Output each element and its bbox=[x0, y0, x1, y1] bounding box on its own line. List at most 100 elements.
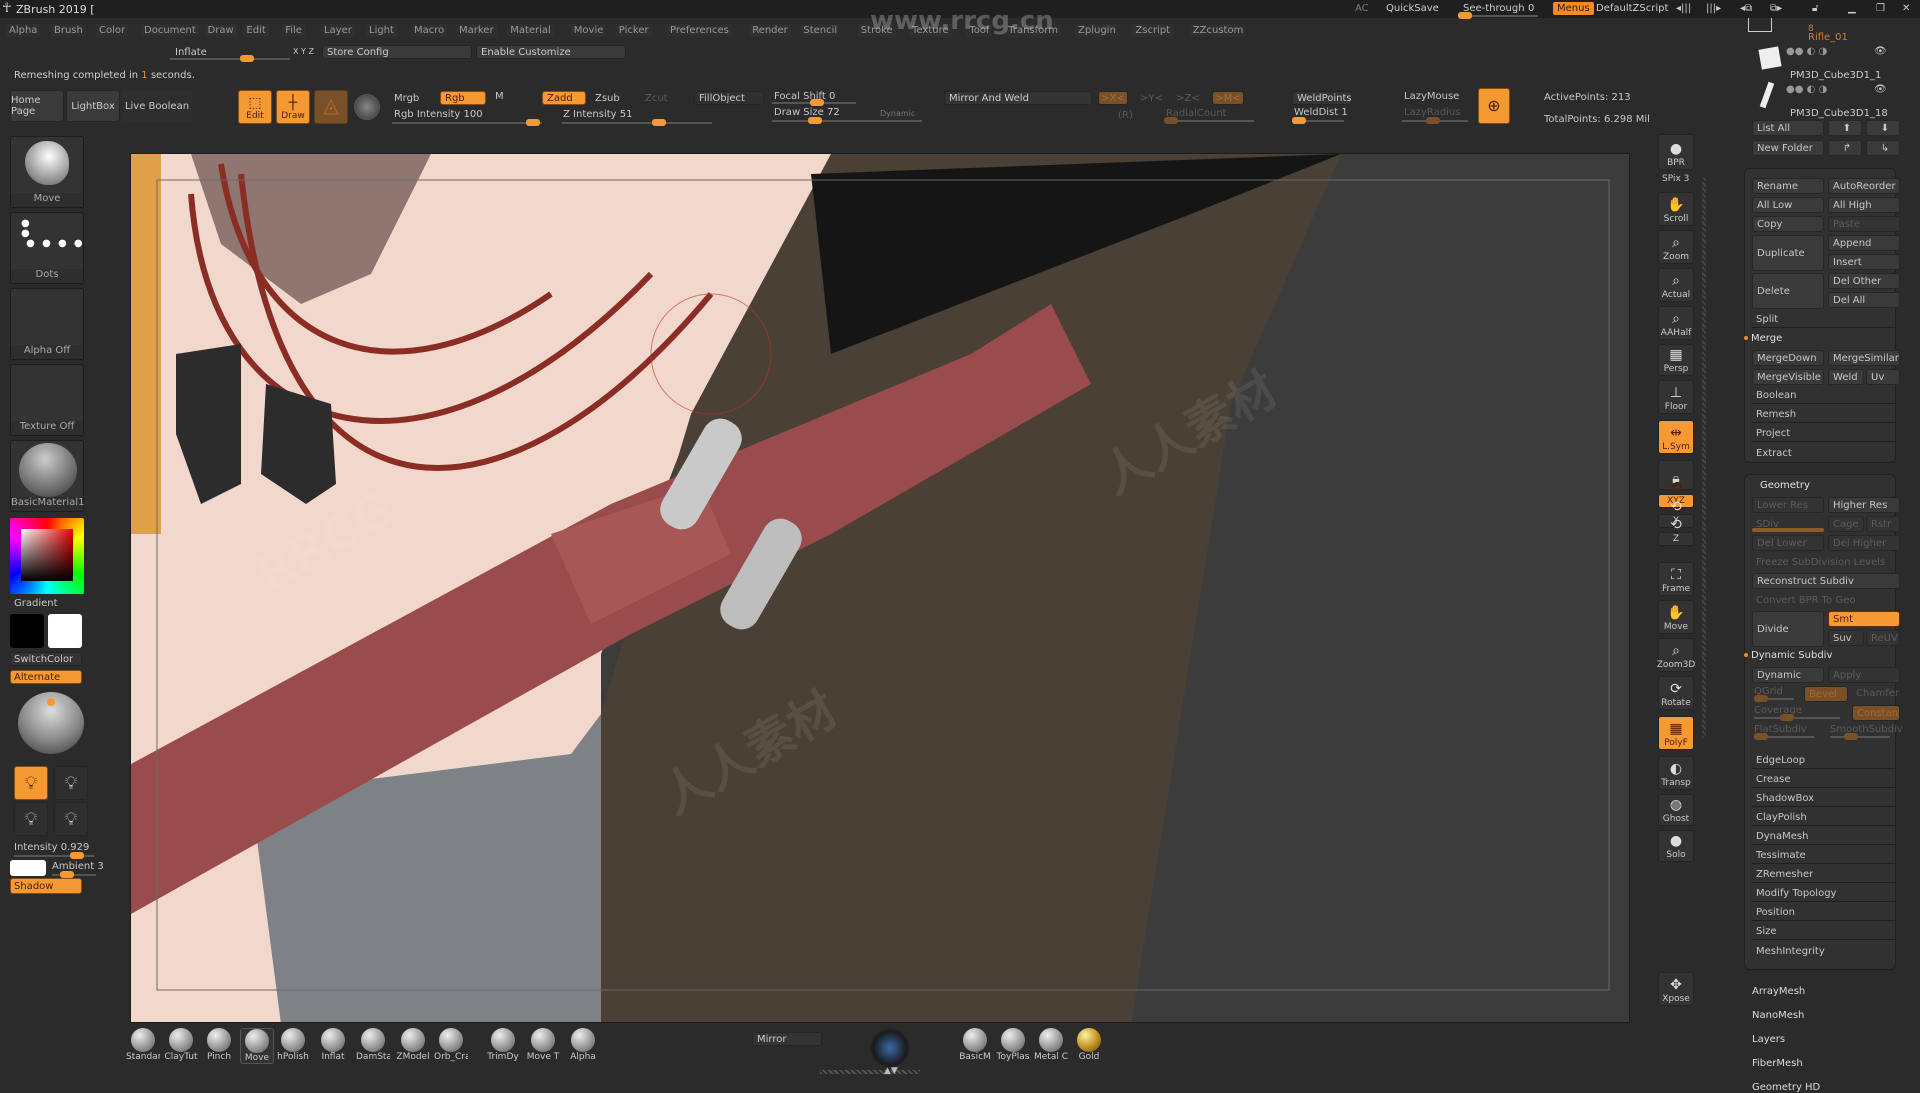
subtool-name-0[interactable]: Rifle_01 bbox=[1808, 32, 1848, 43]
menu-edit[interactable]: Edit bbox=[243, 24, 269, 37]
smoothsubdiv-label[interactable]: SmoothSubdiv bbox=[1830, 724, 1903, 735]
del-other-button[interactable]: Del Other bbox=[1828, 273, 1900, 289]
canvas-viewport[interactable]: RRCG 人人素材 人人素材 bbox=[130, 153, 1630, 1023]
shelf-persp-button[interactable]: ▦ Persp bbox=[1658, 344, 1694, 376]
brush-claytut[interactable]: ClayTut bbox=[164, 1028, 198, 1062]
del-lower-button[interactable]: Del Lower bbox=[1752, 535, 1824, 551]
enable-customize-button[interactable]: Enable Customize bbox=[476, 45, 626, 59]
new-folder-button[interactable]: New Folder bbox=[1752, 140, 1824, 156]
shelf-z-button[interactable]: ⟲ Z bbox=[1658, 517, 1694, 546]
slider-knob[interactable] bbox=[1164, 117, 1178, 124]
menu-tool[interactable]: Tool bbox=[966, 24, 992, 37]
edit-mode-button[interactable]: ⬚ Edit bbox=[238, 90, 272, 124]
inflate-slider[interactable] bbox=[170, 55, 290, 62]
rgb-intensity-slider[interactable] bbox=[392, 119, 542, 126]
brush-zmodel[interactable]: ZModel bbox=[396, 1028, 430, 1062]
dynamic-subdiv-section[interactable]: Dynamic Subdiv bbox=[1744, 650, 1832, 661]
shelf-transp-button[interactable]: ◐ Transp bbox=[1658, 756, 1694, 790]
lazyradius-slider[interactable] bbox=[1402, 117, 1468, 124]
divide-button[interactable]: Divide bbox=[1752, 611, 1824, 647]
subtool-name-2[interactable]: PM3D_Cube3D1_18 bbox=[1790, 108, 1888, 119]
zadd-toggle[interactable]: Zadd bbox=[542, 91, 586, 105]
menu-stroke[interactable]: Stroke bbox=[857, 24, 896, 37]
focal-shift-slider[interactable] bbox=[772, 99, 856, 106]
lazymouse-toggle[interactable]: LazyMouse bbox=[1404, 91, 1459, 102]
shelf-actual-button[interactable]: ⌕ Actual bbox=[1658, 268, 1694, 302]
geometry-claypolish-section[interactable]: ClayPolish bbox=[1752, 810, 1896, 826]
delete-button[interactable]: Delete bbox=[1752, 273, 1824, 309]
quicksave-button[interactable]: QuickSave bbox=[1386, 3, 1439, 14]
brush-damsta[interactable]: DamSta bbox=[356, 1028, 390, 1062]
shelf-xpose-button[interactable]: ✥ Xpose bbox=[1658, 972, 1694, 1006]
reuv-toggle[interactable]: ReUV bbox=[1866, 630, 1900, 646]
bottom-scrollbar[interactable] bbox=[820, 1070, 920, 1074]
rename-button[interactable]: Rename bbox=[1752, 178, 1824, 194]
geometry-crease-section[interactable]: Crease bbox=[1752, 772, 1896, 788]
draw-size-label[interactable]: Draw Size 72 bbox=[774, 107, 840, 118]
secondary-color-swatch[interactable] bbox=[10, 614, 44, 648]
shelf-rotate-button[interactable]: ⟳ Rotate bbox=[1658, 676, 1694, 710]
merge-section[interactable]: Merge bbox=[1744, 333, 1782, 344]
fillobject-button[interactable]: FillObject bbox=[694, 91, 764, 105]
bevel-toggle[interactable]: Bevel bbox=[1804, 686, 1848, 702]
geometry-title[interactable]: Geometry bbox=[1760, 480, 1810, 491]
mirror-x-toggle[interactable]: >X< bbox=[1098, 91, 1128, 105]
smt-toggle[interactable]: Smt bbox=[1828, 611, 1900, 627]
project-section[interactable]: Project bbox=[1752, 426, 1896, 442]
slider-knob[interactable] bbox=[652, 119, 666, 126]
move-up-button[interactable]: ⬆ bbox=[1828, 120, 1862, 136]
geometry-edgeloop-section[interactable]: EdgeLoop bbox=[1752, 753, 1896, 769]
slider-knob[interactable] bbox=[1754, 733, 1768, 740]
ambient-color-swatch[interactable] bbox=[10, 860, 46, 876]
shelf-polyf-button[interactable]: ▦ PolyF bbox=[1658, 716, 1694, 750]
ac-label[interactable]: AC bbox=[1355, 3, 1369, 14]
mirror-m-toggle[interactable]: >M< bbox=[1212, 91, 1244, 105]
slider-knob[interactable] bbox=[1844, 733, 1858, 740]
rgb-intensity-label[interactable]: Rgb Intensity 100 bbox=[394, 109, 483, 120]
menu-texture[interactable]: Texture bbox=[909, 24, 952, 37]
remesh-section[interactable]: Remesh bbox=[1752, 407, 1896, 423]
geometry-dynamesh-section[interactable]: DynaMesh bbox=[1752, 829, 1896, 845]
higher-res-button[interactable]: Higher Res bbox=[1828, 497, 1900, 513]
slider-knob[interactable] bbox=[1426, 117, 1440, 124]
uv-button[interactable]: Uv bbox=[1866, 369, 1900, 385]
menu-picker[interactable]: Picker bbox=[615, 24, 652, 37]
light-2-toggle[interactable]: 💡︎ bbox=[54, 766, 88, 800]
menu-file[interactable]: File bbox=[282, 24, 305, 37]
subtool-thumb-top[interactable] bbox=[1748, 18, 1772, 32]
alpha-thumbnail[interactable]: Alpha Off bbox=[10, 288, 84, 360]
geometry-position-section[interactable]: Position bbox=[1752, 905, 1896, 921]
texture-thumbnail[interactable]: Texture Off bbox=[10, 364, 84, 436]
duplicate-button[interactable]: Duplicate bbox=[1752, 235, 1824, 271]
intensity-slider[interactable] bbox=[14, 852, 94, 859]
menu-zscript[interactable]: Zscript bbox=[1132, 24, 1174, 37]
mirror-and-weld-button[interactable]: Mirror And Weld bbox=[944, 91, 1092, 105]
menu-render[interactable]: Render bbox=[749, 24, 791, 37]
slider-knob[interactable] bbox=[70, 852, 84, 859]
lightbox-button[interactable]: LightBox bbox=[66, 90, 120, 122]
shelf-ghost-button[interactable]: ◍ Ghost bbox=[1658, 794, 1694, 826]
visibility-toggles-icon[interactable]: ●● ◐ ◑ bbox=[1786, 46, 1827, 57]
autoreorder-button[interactable]: AutoReorder bbox=[1828, 178, 1900, 194]
m-toggle[interactable]: M bbox=[495, 91, 504, 102]
light-1-toggle[interactable]: 💡︎ bbox=[14, 766, 48, 800]
shelf-floor-button[interactable]: ⊥ Floor bbox=[1658, 380, 1694, 414]
menu-alpha[interactable]: Alpha bbox=[6, 24, 41, 37]
z-intensity-slider[interactable] bbox=[562, 119, 712, 126]
cage-button[interactable]: Cage bbox=[1828, 516, 1864, 532]
unlock-icon[interactable]: 🔓︎ bbox=[1812, 3, 1818, 14]
brush-trimdy[interactable]: TrimDy bbox=[486, 1028, 520, 1062]
extract-section[interactable]: Extract bbox=[1752, 445, 1896, 461]
menu-draw[interactable]: Draw bbox=[204, 24, 237, 37]
color-picker[interactable] bbox=[10, 518, 84, 594]
weldpoints-button[interactable]: WeldPoints bbox=[1292, 91, 1352, 105]
menu-brush[interactable]: Brush bbox=[51, 24, 86, 37]
material-metal-c[interactable]: Metal C bbox=[1034, 1028, 1068, 1062]
dynamic-brush-button[interactable]: ⊕ bbox=[1478, 88, 1510, 124]
scroll-left-icon[interactable]: ◂||| bbox=[1676, 3, 1691, 14]
slider-knob[interactable] bbox=[1292, 117, 1306, 124]
menu-stencil[interactable]: Stencil bbox=[800, 24, 841, 37]
draw-size-slider[interactable] bbox=[772, 117, 922, 124]
qgrid-slider[interactable] bbox=[1754, 695, 1794, 702]
sdiv-slider-bar[interactable] bbox=[1752, 528, 1824, 532]
